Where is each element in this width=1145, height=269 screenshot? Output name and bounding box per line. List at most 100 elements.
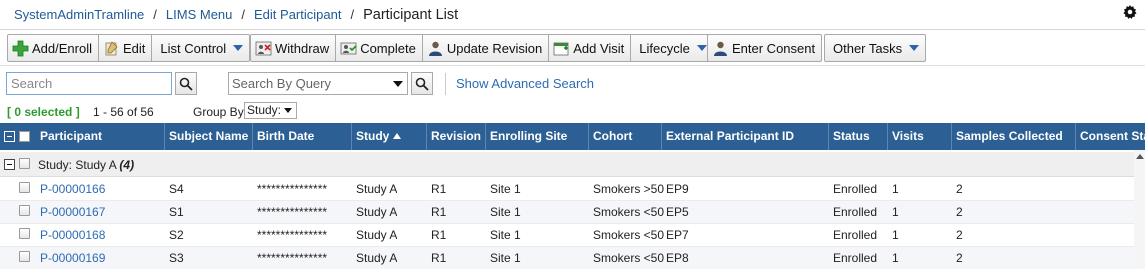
vertical-scrollbar[interactable] [1134,150,1145,269]
consent-status-cell [1076,201,1080,224]
query-search-button[interactable] [411,72,433,95]
status-cell: Enrolled [833,251,878,265]
column-header-subject-name[interactable]: Subject Name [165,123,253,150]
table-row[interactable]: P-00000167 S1 *************** Study A R1… [0,201,1145,224]
gear-icon[interactable] [1123,5,1137,19]
row-checkbox[interactable] [19,182,30,193]
consent-status-cell [1076,224,1080,247]
edit-button[interactable]: Edit [99,35,153,61]
search-by-query-label: Search By Query [232,76,331,91]
visits-cell: 1 [892,228,899,242]
visits-cell: 1 [892,182,899,196]
chevron-down-icon [696,45,707,51]
grid-header: Participant Subject Name Birth Date Stud… [0,123,1145,150]
group-by-select[interactable]: Study: [244,102,297,119]
row-checkbox[interactable] [19,228,30,239]
enrolling-site-cell: Site 1 [490,182,521,196]
visits-cell: 1 [892,251,899,265]
complete-label: Complete [360,40,416,56]
add-enroll-label: Add/Enroll [32,40,92,56]
column-label: Samples Collected [956,129,1063,143]
breadcrumb-edit-participant[interactable]: Edit Participant [254,7,341,22]
chevron-down-icon [393,81,403,87]
samples-collected-cell: 2 [956,182,963,196]
breadcrumb-lims-menu[interactable]: LIMS Menu [166,7,232,22]
table-row[interactable]: P-00000169 S3 *************** Study A R1… [0,247,1145,269]
column-label: Revision [431,129,482,143]
participant-link[interactable]: P-00000168 [40,228,105,242]
participant-link[interactable]: P-00000167 [40,205,105,219]
column-header-birth-date[interactable]: Birth Date [253,123,352,150]
add-enroll-button[interactable]: Add/Enroll [8,35,99,61]
study-cell: Study A [356,205,398,219]
show-advanced-search-link[interactable]: Show Advanced Search [456,76,594,91]
revision-cell: R1 [431,228,447,242]
participant-link[interactable]: P-00000166 [40,182,105,196]
column-header-status[interactable]: Status [829,123,888,150]
study-cell: Study A [356,228,398,242]
breadcrumb-separator: / [241,7,246,22]
enter-consent-button[interactable]: Enter Consent [708,35,821,61]
row-checkbox[interactable] [19,205,30,216]
search-icon [179,77,193,91]
status-cell: Enrolled [833,182,878,196]
table-row[interactable]: P-00000166 S4 *************** Study A R1… [0,178,1145,201]
column-header-samples-collected[interactable]: Samples Collected [952,123,1076,150]
search-by-query-select[interactable]: Search By Query [228,72,408,95]
visits-cell: 1 [892,205,899,219]
edit-icon [103,40,120,57]
breadcrumb-systemadmin[interactable]: SystemAdminTramline [14,7,144,22]
complete-button[interactable]: Complete [336,35,423,61]
revision-cell: R1 [431,251,447,265]
update-revision-button[interactable]: Update Revision [423,35,550,61]
column-header-revision[interactable]: Revision [427,123,486,150]
scroll-up-icon[interactable] [1136,154,1144,159]
study-cell: Study A [356,182,398,196]
list-control-button[interactable]: List Control [152,35,249,61]
birth-date-cell: *************** [257,205,328,219]
group-checkbox[interactable] [19,158,30,169]
select-all-checkbox[interactable] [19,131,30,142]
column-header-cohort[interactable]: Cohort [589,123,662,150]
table-row[interactable]: P-00000168 S2 *************** Study A R1… [0,224,1145,247]
column-label: Subject Name [169,129,249,143]
external-id-cell: EP5 [666,205,689,219]
collapse-group-icon[interactable] [4,159,15,170]
withdraw-button[interactable]: Withdraw [251,35,337,61]
collapse-all-icon[interactable] [4,131,15,142]
column-header-visits[interactable]: Visits [888,123,952,150]
add-visit-button[interactable]: Add Visit [549,35,632,61]
column-header-participant[interactable]: Participant [36,123,165,150]
breadcrumb-separator: / [350,7,355,22]
group-count: (4) [119,158,135,172]
toolbar-group-2: Withdraw Complete Update Revision Add Vi… [250,34,714,62]
column-header-study[interactable]: Study [352,123,427,150]
other-tasks-button[interactable]: Other Tasks [825,35,925,61]
add-visit-label: Add Visit [573,40,625,56]
column-header-consent-status[interactable]: Consent Sta [1076,123,1145,150]
chevron-down-icon [909,45,920,51]
cohort-cell: Smokers <50 [593,228,665,242]
participant-grid: Participant Subject Name Birth Date Stud… [0,123,1145,269]
samples-collected-cell: 2 [956,228,963,242]
status-cell: Enrolled [833,205,878,219]
revision-cell: R1 [431,205,447,219]
subject-name-cell: S4 [169,182,184,196]
participant-cell: P-00000167 [36,201,105,224]
participant-link[interactable]: P-00000169 [40,251,105,265]
column-header-external-participant-id[interactable]: External Participant ID [662,123,829,150]
enrolling-site-cell: Site 1 [490,251,521,265]
search-button[interactable] [175,72,197,95]
status-row: [ 0 selected ] 1 - 56 of 56 Group By Stu… [0,101,1145,121]
edit-label: Edit [122,40,146,56]
toolbar-group-4: Other Tasks [824,34,927,62]
samples-collected-cell: 2 [956,205,963,219]
column-header-enrolling-site[interactable]: Enrolling Site [486,123,589,150]
row-checkbox[interactable] [19,251,30,262]
search-input[interactable] [6,72,172,95]
subject-name-cell: S2 [169,228,184,242]
lifecycle-button[interactable]: Lifecycle [631,35,713,61]
page-title: Participant List [363,6,459,23]
consent-status-cell [1076,247,1080,269]
search-icon [415,77,429,91]
